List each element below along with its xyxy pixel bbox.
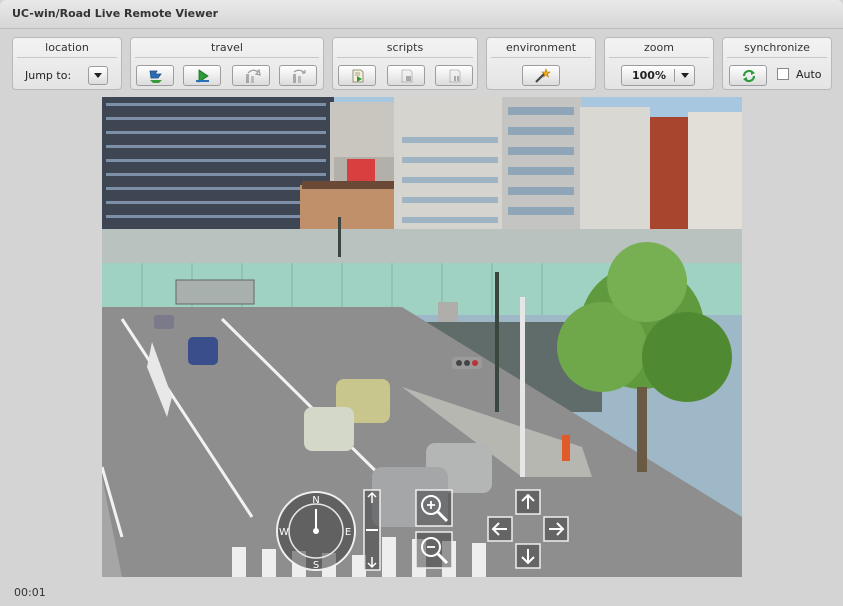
travel-step-forward-button[interactable] xyxy=(232,65,270,86)
magic-wand-icon xyxy=(535,68,551,83)
environment-group: environment xyxy=(486,37,596,90)
refresh-icon xyxy=(742,69,756,83)
zoom-title: zoom xyxy=(644,41,674,54)
script-play-button[interactable] xyxy=(338,65,376,86)
pan-up-button[interactable] xyxy=(515,489,541,515)
zoom-value: 100% xyxy=(632,69,666,82)
scripts-title: scripts xyxy=(386,41,424,54)
location-group: location Jump to: xyxy=(12,37,122,90)
play-icon xyxy=(196,69,209,83)
zoom-out-button[interactable] xyxy=(415,531,453,569)
chevron-down-icon xyxy=(94,73,102,78)
environment-button[interactable] xyxy=(522,65,560,86)
pan-left-button[interactable] xyxy=(487,516,513,542)
compass-north-label: N xyxy=(312,495,319,506)
window-title: UC-win/Road Live Remote Viewer xyxy=(12,7,219,20)
travel-play-button[interactable] xyxy=(183,65,221,86)
travel-walk-button[interactable] xyxy=(136,65,174,86)
auto-sync-checkbox[interactable] xyxy=(777,68,789,80)
script-pause-button[interactable] xyxy=(435,65,473,86)
travel-group: travel xyxy=(130,37,324,90)
compass-control[interactable]: N E S W xyxy=(274,489,358,573)
compass-east-label: E xyxy=(345,527,351,538)
jump-to-label: Jump to: xyxy=(25,69,72,82)
step-forward-icon xyxy=(246,68,261,83)
environment-title: environment xyxy=(505,41,577,54)
travel-title: travel xyxy=(211,41,243,54)
compass-south-label: S xyxy=(313,560,319,571)
zoom-select[interactable]: 100% xyxy=(621,65,695,86)
synchronize-title: synchronize xyxy=(744,41,810,54)
walk-icon xyxy=(149,70,162,83)
script-stop-icon xyxy=(401,69,413,83)
script-pause-icon xyxy=(449,69,461,83)
compass-west-label: W xyxy=(279,527,289,538)
pan-down-button[interactable] xyxy=(515,543,541,569)
altitude-slider[interactable] xyxy=(363,489,381,571)
scripts-group: scripts xyxy=(332,37,478,90)
travel-step-back-button[interactable] xyxy=(279,65,317,86)
zoom-in-button[interactable] xyxy=(415,489,453,527)
3d-viewport[interactable]: N E S W xyxy=(102,97,742,577)
location-title: location xyxy=(45,41,89,54)
synchronize-button[interactable] xyxy=(729,65,767,86)
step-back-icon xyxy=(293,69,306,83)
chevron-down-icon xyxy=(681,73,689,78)
auto-sync-label: Auto xyxy=(796,68,822,81)
jump-to-dropdown[interactable] xyxy=(88,66,108,85)
elapsed-time: 00:01 xyxy=(14,586,46,599)
title-bar: UC-win/Road Live Remote Viewer xyxy=(0,0,843,29)
script-stop-button[interactable] xyxy=(387,65,425,86)
zoom-group: zoom 100% xyxy=(604,37,714,90)
pan-right-button[interactable] xyxy=(543,516,569,542)
synchronize-group: synchronize Auto xyxy=(722,37,832,90)
script-play-icon xyxy=(352,69,364,83)
